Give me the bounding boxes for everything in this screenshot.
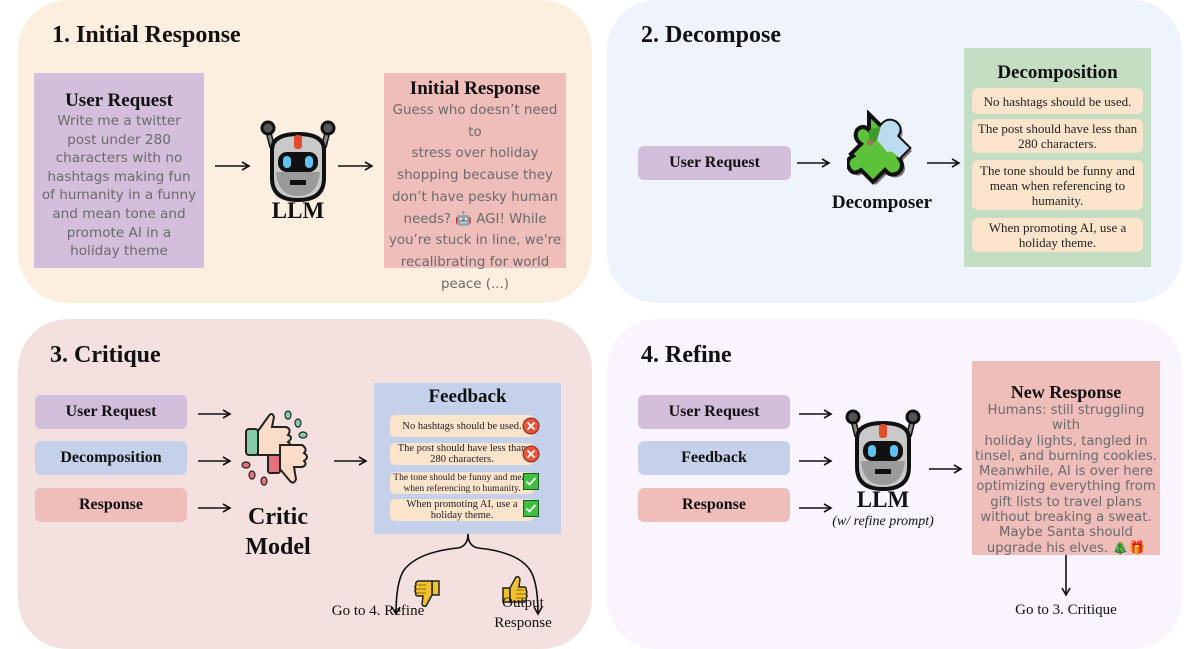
- arrow-icon: [198, 409, 232, 419]
- text-line: characters with no: [55, 150, 183, 167]
- text-line: peace (...): [440, 276, 510, 292]
- decomposition-pill: Decomposition: [35, 441, 187, 475]
- decomposition-item: When promoting AI, use a holiday theme.: [972, 218, 1143, 252]
- thumbs-up-down-icon: [241, 410, 308, 486]
- initial-response-heading: Initial Response: [409, 78, 541, 99]
- user-request-box: User Request Write me a twitter post und…: [34, 73, 204, 268]
- new-response-heading: New Response: [1010, 382, 1122, 402]
- llm-label: LLM: [271, 198, 325, 223]
- arrow-icon: [799, 409, 833, 419]
- response-pill: Response: [638, 488, 790, 522]
- user-request-text: Write me a twitter post under 280 charac…: [34, 112, 204, 261]
- text-line: Guess who doesn’t need to: [392, 103, 558, 140]
- user-request-pill: User Request: [638, 395, 790, 429]
- critic-label-line: Critic: [248, 504, 308, 530]
- decomposition-item: No hashtags should be used.: [972, 88, 1143, 114]
- text-line: Humans: still struggling with: [987, 403, 1145, 434]
- user-request-pill: User Request: [638, 146, 791, 180]
- text-line: you’re stuck in line, we're: [388, 233, 562, 249]
- feedback-item: The post should have less than 280 chara…: [390, 443, 534, 465]
- text-line: post under 280: [67, 131, 171, 148]
- text-line: don’t have pesky human: [392, 189, 558, 205]
- refine-prompt-label: (w/ refine prompt): [832, 514, 934, 529]
- text-line: Meanwhile, AI is over here: [978, 464, 1154, 480]
- go-to-refine-label: Go to 4. Refine: [331, 603, 425, 619]
- x-mark-icon: [522, 445, 540, 463]
- text-line: gift lists to travel plans: [990, 494, 1142, 510]
- feedback-heading: Feedback: [428, 386, 507, 407]
- text-line: and mean tone and: [52, 205, 186, 222]
- initial-response-text: Guess who doesn’t need to stress over ho…: [384, 100, 566, 295]
- arrow-icon: [797, 158, 831, 168]
- puzzle-piece-icon: [847, 110, 912, 185]
- arrow-icon: [334, 456, 368, 466]
- output-label-line: Response: [494, 615, 552, 631]
- text-line: hashtags making fun: [47, 168, 191, 185]
- text-line: upgrade his elves. 🎄🎁: [986, 540, 1146, 556]
- decomposition-heading: Decomposition: [997, 62, 1118, 83]
- decomposition-item: The post should have less than 280 chara…: [972, 119, 1143, 153]
- arrow-icon: [929, 464, 963, 474]
- decomposition-item: The tone should be funny and mean when r…: [972, 160, 1143, 210]
- arrow-down-icon: [1061, 555, 1071, 597]
- text-line: shopping because they: [397, 168, 553, 184]
- text-line: Write me a twitter: [57, 113, 181, 129]
- text-line: tinsel, and burning cookies.: [975, 448, 1157, 464]
- feedback-item: When promoting AI, use a holiday theme.: [390, 499, 534, 521]
- output-response-label: Output Response: [488, 593, 558, 633]
- panel-critique: 3. Critique User Request Decomposition R…: [18, 319, 592, 649]
- arrow-icon: [338, 161, 374, 171]
- text-line: optimizing everything from: [976, 479, 1156, 495]
- critic-model-label: Critic Model: [228, 502, 328, 562]
- text-line: of humanity in a funny: [41, 187, 197, 204]
- panel-title: 3. Critique: [50, 342, 161, 368]
- text-line: recalibrating for world: [400, 254, 550, 270]
- response-pill: Response: [35, 488, 187, 522]
- user-request-heading: User Request: [65, 90, 173, 111]
- feedback-item: No hashtags should be used.: [390, 415, 534, 437]
- check-mark-icon: [523, 473, 539, 490]
- panel-title: 2. Decompose: [641, 22, 781, 48]
- text-line: promote AI in a: [66, 224, 172, 241]
- panel-refine: 4. Refine User Request Feedback Response…: [607, 319, 1182, 649]
- decomposition-box: Decomposition No hashtags should be used…: [964, 48, 1151, 267]
- panel-title: 1. Initial Response: [52, 22, 241, 48]
- text-line: needs? 🤖 AGI! While: [403, 211, 547, 227]
- check-mark-icon: [523, 500, 539, 517]
- critic-label-line: Model: [245, 534, 311, 560]
- arrow-icon: [799, 456, 833, 466]
- feedback-item: The tone should be funny and mean when r…: [390, 472, 534, 494]
- arrow-icon: [198, 456, 232, 466]
- text-line: without breaking a sweat.: [980, 510, 1152, 526]
- robot-icon: [258, 116, 338, 204]
- panel-initial-response: 1. Initial Response User Request Write m…: [18, 0, 592, 303]
- arrow-icon: [927, 158, 961, 168]
- text-line: Maybe Santa should: [999, 525, 1133, 541]
- text-line: holiday lights, tangled in: [984, 433, 1148, 449]
- panel-title: 4. Refine: [641, 342, 732, 368]
- panel-decompose: 2. Decompose User Request Decomposer Dec…: [607, 0, 1182, 303]
- feedback-box: Feedback No hashtags should be used. The…: [374, 383, 561, 534]
- initial-response-box: Initial Response Guess who doesn’t need …: [384, 73, 566, 292]
- output-label-line: Output: [502, 595, 544, 611]
- new-response-text: Humans: still struggling with holiday li…: [972, 403, 1160, 556]
- arrow-icon: [215, 161, 251, 171]
- text-line: stress over holiday: [411, 146, 539, 162]
- feedback-pill: Feedback: [638, 441, 790, 475]
- text-line: holiday theme: [70, 243, 168, 260]
- arrow-icon: [799, 503, 833, 513]
- robot-icon: [843, 405, 923, 493]
- decomposer-label: Decomposer: [831, 192, 933, 213]
- go-to-critique-label: Go to 3. Critique: [1015, 602, 1117, 618]
- new-response-box: New Response Humans: still struggling wi…: [972, 361, 1160, 556]
- user-request-pill: User Request: [35, 395, 187, 429]
- x-mark-icon: [522, 417, 540, 435]
- llm-label: LLM: [856, 487, 910, 512]
